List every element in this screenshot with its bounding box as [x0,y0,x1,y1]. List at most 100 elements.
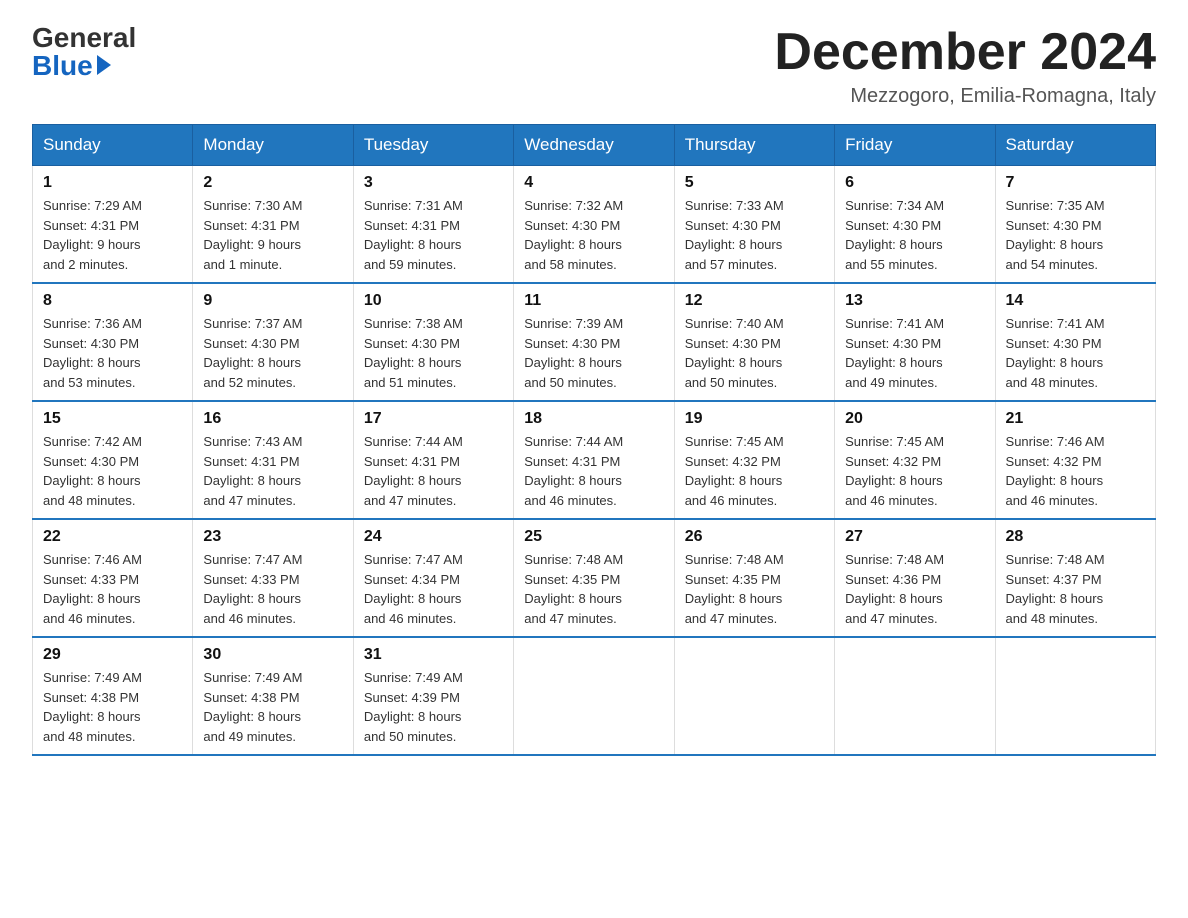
day-info: Sunrise: 7:44 AM Sunset: 4:31 PM Dayligh… [524,432,663,510]
day-info: Sunrise: 7:48 AM Sunset: 4:36 PM Dayligh… [845,550,984,628]
day-number: 16 [203,410,342,428]
day-number: 29 [43,646,182,664]
day-number: 10 [364,292,503,310]
calendar-cell: 13 Sunrise: 7:41 AM Sunset: 4:30 PM Dayl… [835,283,995,401]
calendar-week-row: 1 Sunrise: 7:29 AM Sunset: 4:31 PM Dayli… [33,166,1156,284]
col-tuesday: Tuesday [353,125,513,166]
calendar-cell: 29 Sunrise: 7:49 AM Sunset: 4:38 PM Dayl… [33,637,193,755]
day-info: Sunrise: 7:48 AM Sunset: 4:35 PM Dayligh… [524,550,663,628]
calendar-table: Sunday Monday Tuesday Wednesday Thursday… [32,124,1156,756]
col-monday: Monday [193,125,353,166]
calendar-cell: 25 Sunrise: 7:48 AM Sunset: 4:35 PM Dayl… [514,519,674,637]
calendar-cell: 30 Sunrise: 7:49 AM Sunset: 4:38 PM Dayl… [193,637,353,755]
day-number: 6 [845,174,984,192]
calendar-cell: 3 Sunrise: 7:31 AM Sunset: 4:31 PM Dayli… [353,166,513,284]
day-number: 14 [1006,292,1145,310]
day-number: 22 [43,528,182,546]
day-info: Sunrise: 7:45 AM Sunset: 4:32 PM Dayligh… [685,432,824,510]
day-info: Sunrise: 7:38 AM Sunset: 4:30 PM Dayligh… [364,314,503,392]
calendar-cell: 9 Sunrise: 7:37 AM Sunset: 4:30 PM Dayli… [193,283,353,401]
day-info: Sunrise: 7:30 AM Sunset: 4:31 PM Dayligh… [203,196,342,274]
day-number: 28 [1006,528,1145,546]
day-info: Sunrise: 7:45 AM Sunset: 4:32 PM Dayligh… [845,432,984,510]
calendar-cell: 4 Sunrise: 7:32 AM Sunset: 4:30 PM Dayli… [514,166,674,284]
calendar-cell: 12 Sunrise: 7:40 AM Sunset: 4:30 PM Dayl… [674,283,834,401]
col-friday: Friday [835,125,995,166]
calendar-week-row: 8 Sunrise: 7:36 AM Sunset: 4:30 PM Dayli… [33,283,1156,401]
day-info: Sunrise: 7:48 AM Sunset: 4:37 PM Dayligh… [1006,550,1145,628]
day-info: Sunrise: 7:41 AM Sunset: 4:30 PM Dayligh… [845,314,984,392]
day-number: 8 [43,292,182,310]
day-info: Sunrise: 7:47 AM Sunset: 4:34 PM Dayligh… [364,550,503,628]
day-info: Sunrise: 7:48 AM Sunset: 4:35 PM Dayligh… [685,550,824,628]
calendar-cell: 22 Sunrise: 7:46 AM Sunset: 4:33 PM Dayl… [33,519,193,637]
day-number: 24 [364,528,503,546]
day-number: 12 [685,292,824,310]
day-info: Sunrise: 7:37 AM Sunset: 4:30 PM Dayligh… [203,314,342,392]
calendar-cell [514,637,674,755]
calendar-cell: 6 Sunrise: 7:34 AM Sunset: 4:30 PM Dayli… [835,166,995,284]
day-number: 27 [845,528,984,546]
day-info: Sunrise: 7:41 AM Sunset: 4:30 PM Dayligh… [1006,314,1145,392]
day-info: Sunrise: 7:32 AM Sunset: 4:30 PM Dayligh… [524,196,663,274]
calendar-cell: 19 Sunrise: 7:45 AM Sunset: 4:32 PM Dayl… [674,401,834,519]
calendar-cell: 7 Sunrise: 7:35 AM Sunset: 4:30 PM Dayli… [995,166,1155,284]
calendar-cell: 8 Sunrise: 7:36 AM Sunset: 4:30 PM Dayli… [33,283,193,401]
logo-general-text: General [32,24,136,52]
day-number: 4 [524,174,663,192]
day-info: Sunrise: 7:31 AM Sunset: 4:31 PM Dayligh… [364,196,503,274]
day-number: 11 [524,292,663,310]
day-number: 7 [1006,174,1145,192]
day-number: 2 [203,174,342,192]
calendar-cell [674,637,834,755]
day-info: Sunrise: 7:42 AM Sunset: 4:30 PM Dayligh… [43,432,182,510]
calendar-header-row: Sunday Monday Tuesday Wednesday Thursday… [33,125,1156,166]
calendar-cell: 15 Sunrise: 7:42 AM Sunset: 4:30 PM Dayl… [33,401,193,519]
calendar-cell: 28 Sunrise: 7:48 AM Sunset: 4:37 PM Dayl… [995,519,1155,637]
day-info: Sunrise: 7:47 AM Sunset: 4:33 PM Dayligh… [203,550,342,628]
calendar-cell: 31 Sunrise: 7:49 AM Sunset: 4:39 PM Dayl… [353,637,513,755]
day-info: Sunrise: 7:39 AM Sunset: 4:30 PM Dayligh… [524,314,663,392]
calendar-cell [835,637,995,755]
day-number: 30 [203,646,342,664]
month-title: December 2024 [774,24,1156,81]
col-thursday: Thursday [674,125,834,166]
calendar-cell: 5 Sunrise: 7:33 AM Sunset: 4:30 PM Dayli… [674,166,834,284]
calendar-cell: 21 Sunrise: 7:46 AM Sunset: 4:32 PM Dayl… [995,401,1155,519]
col-sunday: Sunday [33,125,193,166]
calendar-cell: 1 Sunrise: 7:29 AM Sunset: 4:31 PM Dayli… [33,166,193,284]
calendar-cell: 17 Sunrise: 7:44 AM Sunset: 4:31 PM Dayl… [353,401,513,519]
logo-triangle-icon [97,55,111,75]
day-info: Sunrise: 7:34 AM Sunset: 4:30 PM Dayligh… [845,196,984,274]
location-text: Mezzogoro, Emilia-Romagna, Italy [774,85,1156,108]
day-number: 20 [845,410,984,428]
logo-blue-text: Blue [32,52,111,80]
calendar-cell: 26 Sunrise: 7:48 AM Sunset: 4:35 PM Dayl… [674,519,834,637]
calendar-week-row: 15 Sunrise: 7:42 AM Sunset: 4:30 PM Dayl… [33,401,1156,519]
logo: General Blue [32,24,136,80]
day-number: 13 [845,292,984,310]
day-info: Sunrise: 7:46 AM Sunset: 4:32 PM Dayligh… [1006,432,1145,510]
day-number: 26 [685,528,824,546]
calendar-cell: 24 Sunrise: 7:47 AM Sunset: 4:34 PM Dayl… [353,519,513,637]
day-number: 3 [364,174,503,192]
day-number: 15 [43,410,182,428]
calendar-cell: 11 Sunrise: 7:39 AM Sunset: 4:30 PM Dayl… [514,283,674,401]
day-number: 1 [43,174,182,192]
day-number: 19 [685,410,824,428]
day-info: Sunrise: 7:40 AM Sunset: 4:30 PM Dayligh… [685,314,824,392]
day-info: Sunrise: 7:35 AM Sunset: 4:30 PM Dayligh… [1006,196,1145,274]
calendar-cell: 10 Sunrise: 7:38 AM Sunset: 4:30 PM Dayl… [353,283,513,401]
day-number: 25 [524,528,663,546]
calendar-cell: 2 Sunrise: 7:30 AM Sunset: 4:31 PM Dayli… [193,166,353,284]
day-info: Sunrise: 7:49 AM Sunset: 4:39 PM Dayligh… [364,668,503,746]
day-number: 5 [685,174,824,192]
title-area: December 2024 Mezzogoro, Emilia-Romagna,… [774,24,1156,108]
day-info: Sunrise: 7:46 AM Sunset: 4:33 PM Dayligh… [43,550,182,628]
calendar-cell: 18 Sunrise: 7:44 AM Sunset: 4:31 PM Dayl… [514,401,674,519]
calendar-cell: 27 Sunrise: 7:48 AM Sunset: 4:36 PM Dayl… [835,519,995,637]
day-info: Sunrise: 7:33 AM Sunset: 4:30 PM Dayligh… [685,196,824,274]
day-number: 21 [1006,410,1145,428]
calendar-cell: 16 Sunrise: 7:43 AM Sunset: 4:31 PM Dayl… [193,401,353,519]
page-header: General Blue December 2024 Mezzogoro, Em… [32,24,1156,108]
